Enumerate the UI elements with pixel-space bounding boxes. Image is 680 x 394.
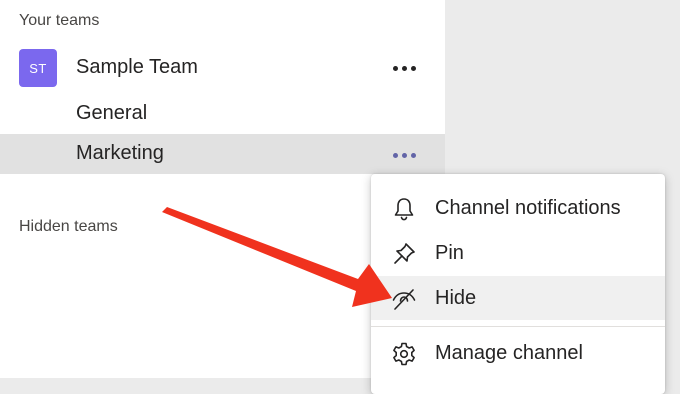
channel-name: Marketing (76, 142, 164, 164)
dot (392, 65, 398, 71)
channel-item-general[interactable]: General (0, 94, 445, 134)
menu-item-label: Manage channel (435, 342, 583, 364)
eye-off-icon (391, 286, 417, 312)
dot (401, 152, 407, 158)
bell-icon (391, 196, 417, 222)
team-avatar: ST (19, 49, 57, 87)
menu-divider (371, 326, 665, 327)
menu-item-hide[interactable]: Hide (371, 276, 665, 320)
channel-name: General (76, 102, 148, 124)
menu-item-manage-channel[interactable]: Manage channel (371, 331, 665, 375)
dot (401, 65, 407, 71)
dot (410, 152, 416, 158)
dot (410, 65, 416, 71)
channel-more-options-button[interactable] (389, 143, 419, 167)
menu-item-label: Channel notifications (435, 197, 621, 219)
team-more-options-button[interactable] (389, 56, 419, 80)
team-name: Sample Team (76, 56, 198, 78)
menu-item-label: Pin (435, 242, 464, 264)
menu-item-label: Hide (435, 287, 477, 309)
team-item-sample-team[interactable]: ST Sample Team (0, 44, 445, 92)
menu-item-pin[interactable]: Pin (371, 231, 665, 275)
hidden-teams-header: Hidden teams (19, 218, 118, 235)
your-teams-header: Your teams (19, 12, 100, 29)
pin-icon (391, 241, 417, 267)
dot (392, 152, 398, 158)
gear-icon (391, 341, 417, 367)
channel-context-menu: Channel notifications Pin Hide Manage ch… (371, 174, 665, 394)
menu-item-channel-notifications[interactable]: Channel notifications (371, 186, 665, 230)
channel-item-marketing[interactable]: Marketing (0, 134, 445, 174)
